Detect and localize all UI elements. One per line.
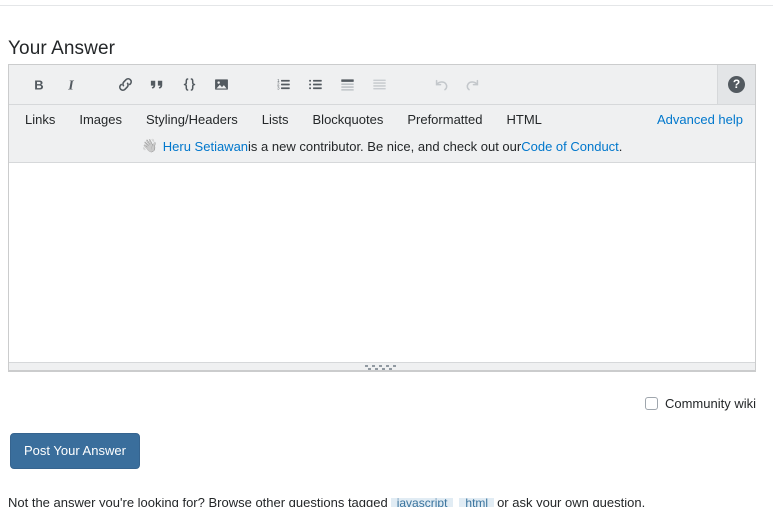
toolbar-insert-group bbox=[109, 69, 237, 101]
answer-editor: B I 1 2 3 ? Links Images Styling/Headers… bbox=[8, 64, 756, 372]
heading-icon[interactable] bbox=[331, 69, 363, 101]
community-wiki-label[interactable]: Community wiki bbox=[665, 396, 756, 411]
section-divider bbox=[0, 5, 773, 6]
bold-icon[interactable]: B bbox=[23, 69, 55, 101]
editor-help-links: Links Images Styling/Headers Lists Block… bbox=[9, 105, 755, 134]
community-wiki-checkbox[interactable] bbox=[644, 397, 658, 410]
editor-help-button[interactable]: ? bbox=[717, 65, 755, 104]
horizontal-rule-icon[interactable] bbox=[363, 69, 395, 101]
tag-pill[interactable]: html bbox=[459, 498, 495, 507]
editor-toolbar: B I 1 2 3 ? bbox=[9, 65, 755, 105]
help-link-links[interactable]: Links bbox=[25, 112, 55, 127]
toolbar-list-group: 123 bbox=[267, 69, 395, 101]
editor-container: B I 1 2 3 ? Links Images Styling/Headers… bbox=[8, 64, 756, 372]
toolbar-history-group bbox=[425, 69, 489, 101]
code-icon[interactable] bbox=[173, 69, 205, 101]
help-link-styling-headers[interactable]: Styling/Headers bbox=[146, 112, 238, 127]
help-link-blockquotes[interactable]: Blockquotes bbox=[313, 112, 384, 127]
question-mark-icon: ? bbox=[728, 76, 745, 93]
redo-icon[interactable] bbox=[457, 69, 489, 101]
grip-dots-icon bbox=[365, 365, 399, 370]
code-of-conduct-link[interactable]: Code of Conduct bbox=[521, 139, 619, 154]
new-contributor-user-link[interactable]: Heru Setiawan bbox=[163, 139, 248, 154]
post-your-answer-button[interactable]: Post Your Answer bbox=[10, 433, 140, 469]
blockquote-icon[interactable] bbox=[141, 69, 173, 101]
toolbar-text-group: B I bbox=[23, 69, 87, 101]
help-link-lists[interactable]: Lists bbox=[262, 112, 289, 127]
waving-hand-icon: 👋 bbox=[141, 138, 158, 153]
help-link-images[interactable]: Images bbox=[79, 112, 122, 127]
svg-text:3: 3 bbox=[277, 86, 280, 91]
svg-text:B: B bbox=[34, 77, 43, 92]
undo-icon[interactable] bbox=[425, 69, 457, 101]
page-title: Your Answer bbox=[8, 37, 116, 59]
svg-text:I: I bbox=[67, 78, 74, 93]
textarea-resize-grip[interactable] bbox=[9, 362, 755, 371]
advanced-help-link[interactable]: Advanced help bbox=[657, 112, 743, 127]
new-contributor-text-end: . bbox=[618, 138, 623, 154]
community-wiki-row: Community wiki bbox=[644, 396, 756, 411]
footer-suffix-text: or ask your own question. bbox=[497, 498, 646, 507]
image-icon[interactable] bbox=[205, 69, 237, 101]
footer-prefix-text: Not the answer you're looking for? Brows… bbox=[8, 498, 388, 507]
new-contributor-text: is a new contributor. Be nice, and check… bbox=[248, 138, 522, 154]
answer-editor-page: Your Answer B I 1 2 3 ? Links Images Sty… bbox=[0, 0, 773, 507]
italic-icon[interactable]: I bbox=[55, 69, 87, 101]
numbered-list-icon[interactable]: 123 bbox=[267, 69, 299, 101]
link-icon[interactable] bbox=[109, 69, 141, 101]
help-link-html[interactable]: HTML bbox=[507, 112, 542, 127]
answer-textarea[interactable] bbox=[9, 162, 755, 362]
bulleted-list-icon[interactable] bbox=[299, 69, 331, 101]
new-contributor-notice: 👋 Heru Setiawan is a new contributor. Be… bbox=[9, 134, 755, 162]
help-link-preformatted[interactable]: Preformatted bbox=[407, 112, 482, 127]
tag-pill[interactable]: javascript bbox=[390, 498, 454, 507]
browse-other-questions-row: Not the answer you're looking for? Brows… bbox=[8, 498, 768, 507]
